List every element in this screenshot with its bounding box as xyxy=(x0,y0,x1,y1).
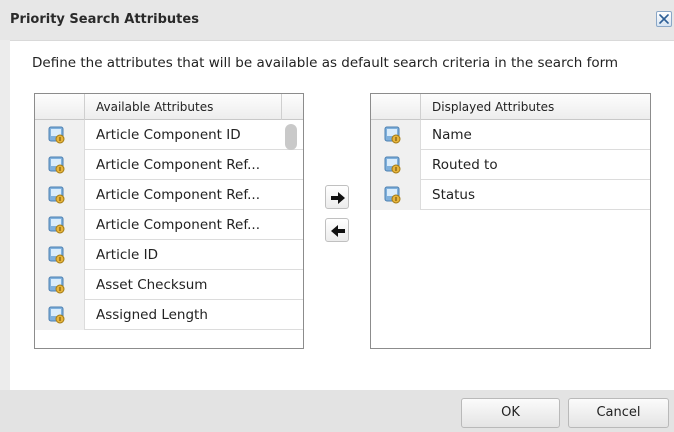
list-item-label: Assigned Length xyxy=(96,307,208,323)
displayed-attributes-header: Displayed Attributes xyxy=(371,94,650,120)
available-attributes-header: Available Attributes xyxy=(35,94,303,120)
list-item[interactable]: Article Component Ref... xyxy=(35,150,303,180)
move-right-button[interactable] xyxy=(325,185,349,209)
list-item-label: Routed to xyxy=(432,157,498,173)
available-attributes-list[interactable]: Available Attributes Article Component I… xyxy=(34,93,304,349)
attribute-icon xyxy=(48,246,65,264)
cancel-button[interactable]: Cancel xyxy=(568,398,669,428)
available-list-scrollbar[interactable] xyxy=(285,124,297,150)
list-item-label: Article Component Ref... xyxy=(96,157,260,173)
list-item-label: Article Component ID xyxy=(96,127,241,143)
attribute-icon xyxy=(48,306,65,324)
list-item[interactable]: Name xyxy=(371,120,650,150)
displayed-attributes-list[interactable]: Displayed Attributes Name Routed to Stat… xyxy=(370,93,651,349)
available-attributes-header-label: Available Attributes xyxy=(96,100,214,114)
list-item-label: Status xyxy=(432,187,476,203)
dialog-content: Define the attributes that will be avail… xyxy=(10,40,674,391)
dialog-footer: OK Cancel xyxy=(0,390,674,432)
attribute-icon xyxy=(48,276,65,294)
attribute-icon xyxy=(48,126,65,144)
attribute-icon xyxy=(48,156,65,174)
attribute-icon xyxy=(48,186,65,204)
instruction-text: Define the attributes that will be avail… xyxy=(32,55,619,71)
list-item[interactable]: Article Component ID xyxy=(35,120,303,150)
arrow-left-icon xyxy=(331,225,345,237)
list-item-label: Article Component Ref... xyxy=(96,217,260,233)
list-item[interactable]: Article Component Ref... xyxy=(35,210,303,240)
list-item[interactable]: Assigned Length xyxy=(35,300,303,330)
titlebar: Priority Search Attributes xyxy=(0,0,674,40)
attribute-icon xyxy=(384,186,401,204)
list-item[interactable]: Article Component Ref... xyxy=(35,180,303,210)
list-item-label: Article Component Ref... xyxy=(96,187,260,203)
attribute-icon xyxy=(384,126,401,144)
ok-button[interactable]: OK xyxy=(461,398,560,428)
dialog-title: Priority Search Attributes xyxy=(10,12,199,27)
arrow-right-icon xyxy=(331,192,345,204)
move-left-button[interactable] xyxy=(325,218,349,242)
close-button[interactable] xyxy=(656,11,672,27)
attribute-icon xyxy=(384,156,401,174)
list-item-label: Asset Checksum xyxy=(96,277,208,293)
close-icon xyxy=(659,14,669,24)
list-item[interactable]: Article ID xyxy=(35,240,303,270)
list-item[interactable]: Asset Checksum xyxy=(35,270,303,300)
list-item[interactable]: Status xyxy=(371,180,650,210)
displayed-attributes-header-label: Displayed Attributes xyxy=(432,100,555,114)
list-item[interactable]: Routed to xyxy=(371,150,650,180)
dialog: Priority Search Attributes Define the at… xyxy=(0,0,674,432)
list-item-label: Name xyxy=(432,127,472,143)
attribute-icon xyxy=(48,216,65,234)
list-item-label: Article ID xyxy=(96,247,158,263)
